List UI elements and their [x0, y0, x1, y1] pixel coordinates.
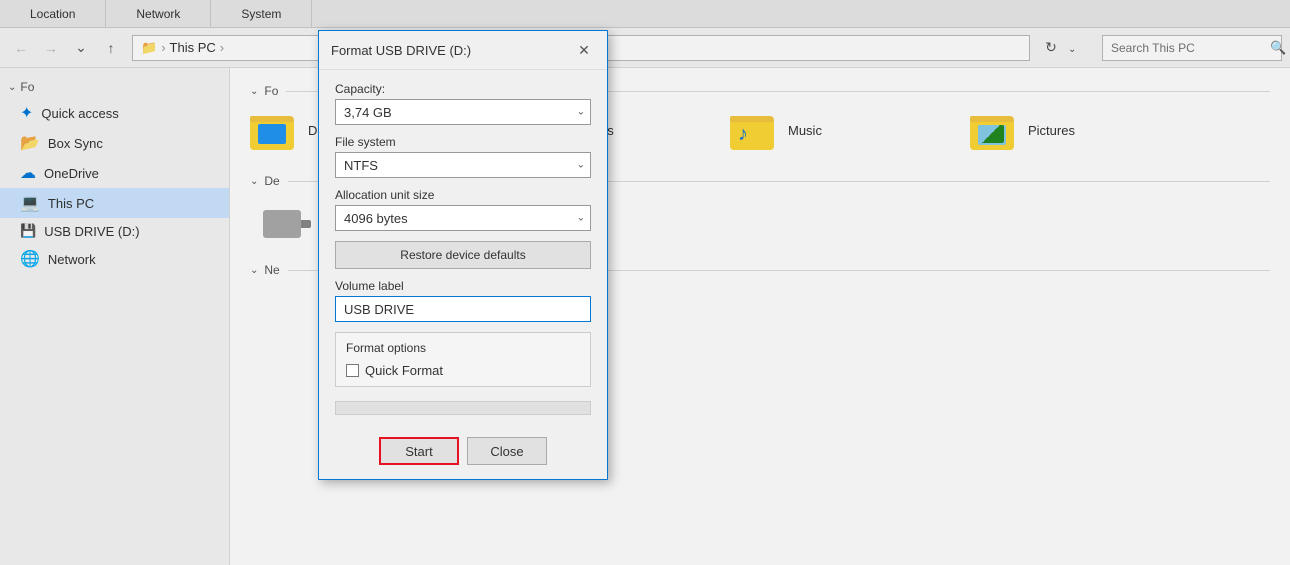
quick-format-checkbox[interactable]	[346, 364, 359, 377]
restore-defaults-button[interactable]: Restore device defaults	[335, 241, 591, 269]
allocation-select[interactable]: 4096 bytes 8192 bytes 16 kilobytes	[335, 205, 591, 231]
allocation-label: Allocation unit size	[335, 188, 591, 202]
volume-label-label: Volume label	[335, 279, 591, 293]
quick-format-label: Quick Format	[365, 363, 443, 378]
dialog-title: Format USB DRIVE (D:)	[331, 43, 471, 58]
file-system-select-wrapper: NTFS FAT32 exFAT ⌄	[335, 152, 591, 178]
dialog-overlay: Format USB DRIVE (D:) ✕ Capacity: 3,74 G…	[0, 0, 1290, 565]
format-options-title: Format options	[346, 341, 580, 355]
format-dialog: Format USB DRIVE (D:) ✕ Capacity: 3,74 G…	[318, 30, 608, 480]
format-options-section: Format options Quick Format	[335, 332, 591, 387]
allocation-section: Allocation unit size 4096 bytes 8192 byt…	[335, 188, 591, 231]
capacity-label: Capacity:	[335, 82, 591, 96]
dialog-close-button[interactable]: ✕	[573, 39, 595, 61]
capacity-select[interactable]: 3,74 GB	[335, 99, 591, 125]
volume-label-section: Volume label	[335, 279, 591, 322]
close-dialog-button[interactable]: Close	[467, 437, 547, 465]
file-system-section: File system NTFS FAT32 exFAT ⌄	[335, 135, 591, 178]
dialog-title-bar: Format USB DRIVE (D:) ✕	[319, 31, 607, 70]
progress-bar	[335, 401, 591, 415]
capacity-section: Capacity: 3,74 GB ⌄	[335, 82, 591, 125]
explorer-window: Location Network System ← → ⌄ ↑ 📁 › This…	[0, 0, 1290, 565]
dialog-footer: Start Close	[319, 427, 607, 479]
capacity-select-wrapper: 3,74 GB ⌄	[335, 99, 591, 125]
file-system-select[interactable]: NTFS FAT32 exFAT	[335, 152, 591, 178]
dialog-body: Capacity: 3,74 GB ⌄ File system NTFS	[319, 70, 607, 427]
quick-format-row: Quick Format	[346, 363, 580, 378]
file-system-label: File system	[335, 135, 591, 149]
allocation-select-wrapper: 4096 bytes 8192 bytes 16 kilobytes ⌄	[335, 205, 591, 231]
volume-label-input[interactable]	[335, 296, 591, 322]
start-button[interactable]: Start	[379, 437, 459, 465]
